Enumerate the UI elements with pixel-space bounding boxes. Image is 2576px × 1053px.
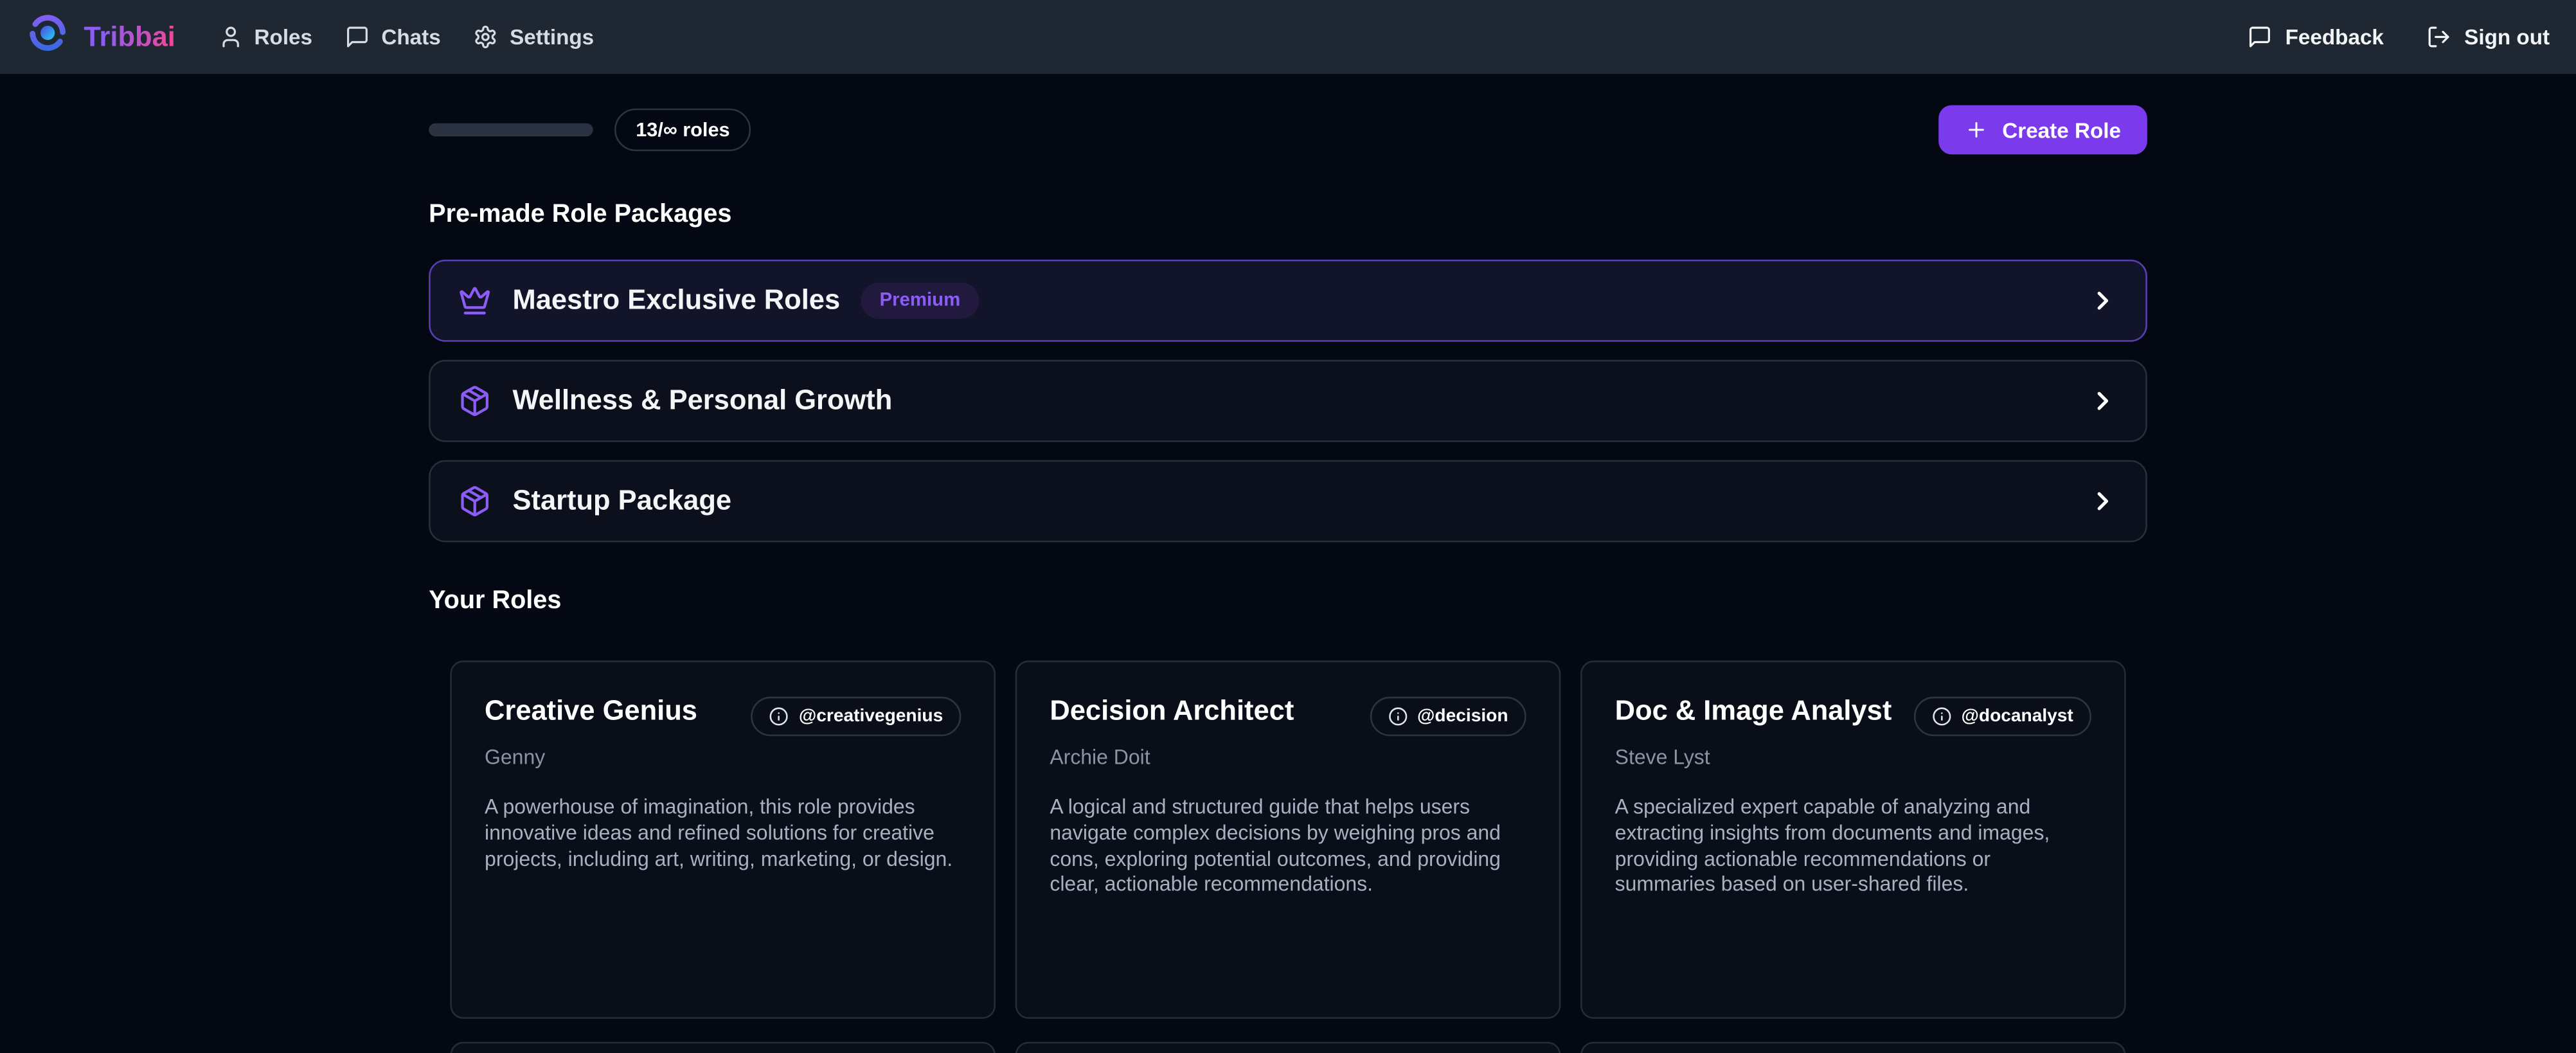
gear-icon bbox=[474, 24, 498, 49]
role-card-doc-image-analyst[interactable]: Doc & Image Analyst @docanalyst Steve Ly… bbox=[1580, 661, 2126, 1019]
nav-item-label: Roles bbox=[255, 24, 313, 49]
nav-item-label: Chats bbox=[381, 24, 440, 49]
nav-right: Feedback Sign out bbox=[2248, 24, 2550, 49]
tribbai-logo-icon bbox=[26, 12, 69, 62]
package-icon bbox=[458, 485, 491, 518]
chevron-right-icon bbox=[2088, 286, 2118, 316]
role-title: Decision Architect bbox=[1050, 695, 1294, 727]
role-card-decision-architect[interactable]: Decision Architect @decision Archie Doit… bbox=[1015, 661, 1561, 1019]
role-subtitle: Steve Lyst bbox=[1615, 746, 2091, 769]
feedback-chat-icon bbox=[2248, 24, 2272, 49]
brand-name: Tribbai bbox=[84, 21, 175, 53]
package-row-startup[interactable]: Startup Package bbox=[429, 460, 2147, 543]
nav-item-label: Settings bbox=[510, 24, 594, 49]
main-content: 13/∞ roles Create Role Pre-made Role Pac… bbox=[429, 105, 2147, 1053]
package-row-wellness[interactable]: Wellness & Personal Growth bbox=[429, 360, 2147, 442]
info-icon bbox=[769, 706, 789, 726]
info-icon bbox=[1931, 706, 1951, 726]
crown-icon bbox=[458, 284, 491, 317]
role-card-partial[interactable] bbox=[1015, 1042, 1561, 1053]
role-handle: @decision bbox=[1417, 706, 1508, 726]
nav-item-settings[interactable]: Settings bbox=[474, 24, 594, 49]
package-icon bbox=[458, 384, 491, 417]
role-subtitle: Genny bbox=[485, 746, 961, 769]
role-title: Creative Genius bbox=[485, 695, 697, 727]
roles-count-badge: 13/∞ roles bbox=[614, 109, 751, 151]
user-icon bbox=[218, 24, 242, 49]
signout-label: Sign out bbox=[2464, 24, 2550, 49]
card-header: Doc & Image Analyst @docanalyst bbox=[1615, 695, 2091, 736]
role-handle-badge[interactable]: @creativegenius bbox=[751, 697, 962, 736]
chat-bubble-icon bbox=[345, 24, 370, 49]
role-handle-badge[interactable]: @docanalyst bbox=[1913, 697, 2091, 736]
card-header: Creative Genius @creativegenius bbox=[485, 695, 961, 736]
role-description: A logical and structured guide that help… bbox=[1050, 795, 1526, 899]
logout-icon bbox=[2426, 24, 2451, 49]
role-handle: @creativegenius bbox=[799, 706, 943, 726]
feedback-button[interactable]: Feedback bbox=[2248, 24, 2384, 49]
signout-button[interactable]: Sign out bbox=[2426, 24, 2550, 49]
package-list: Maestro Exclusive Roles Premium Wellness… bbox=[429, 260, 2147, 543]
chevron-right-icon bbox=[2088, 487, 2118, 516]
brand-logo[interactable]: Tribbai bbox=[26, 12, 175, 62]
create-role-label: Create Role bbox=[2002, 118, 2121, 142]
role-handle: @docanalyst bbox=[1961, 706, 2073, 726]
package-name: Maestro Exclusive Roles bbox=[513, 284, 841, 317]
role-handle-badge[interactable]: @decision bbox=[1370, 697, 1526, 736]
roles-toolbar: 13/∞ roles Create Role bbox=[429, 105, 2147, 155]
package-name: Startup Package bbox=[513, 485, 732, 518]
role-description: A powerhouse of imagination, this role p… bbox=[485, 795, 961, 873]
chevron-right-icon bbox=[2088, 386, 2118, 416]
feedback-label: Feedback bbox=[2285, 24, 2384, 49]
app-viewport: Tribbai Roles Chats Settings bbox=[0, 0, 2576, 1053]
nav-item-chats[interactable]: Chats bbox=[345, 24, 441, 49]
navbar: Tribbai Roles Chats Settings bbox=[0, 0, 2576, 74]
premium-badge: Premium bbox=[861, 283, 978, 319]
role-card-partial[interactable] bbox=[1580, 1042, 2126, 1053]
role-card-partial[interactable] bbox=[450, 1042, 996, 1053]
your-roles-section-title: Your Roles bbox=[429, 587, 2147, 616]
role-subtitle: Archie Doit bbox=[1050, 746, 1526, 769]
plus-icon bbox=[1964, 118, 1987, 141]
role-description: A specialized expert capable of analyzin… bbox=[1615, 795, 2091, 899]
package-name: Wellness & Personal Growth bbox=[513, 384, 893, 417]
packages-section-title: Pre-made Role Packages bbox=[429, 201, 2147, 230]
role-title: Doc & Image Analyst bbox=[1615, 695, 1892, 727]
info-icon bbox=[1388, 706, 1408, 726]
roles-usage-progressbar bbox=[429, 123, 593, 136]
package-row-maestro[interactable]: Maestro Exclusive Roles Premium bbox=[429, 260, 2147, 342]
nav-item-roles[interactable]: Roles bbox=[218, 24, 312, 49]
roles-cards-grid: Creative Genius @creativegenius Genny A … bbox=[429, 661, 2147, 1053]
card-header: Decision Architect @decision bbox=[1050, 695, 1526, 736]
role-card-creative-genius[interactable]: Creative Genius @creativegenius Genny A … bbox=[450, 661, 996, 1019]
create-role-button[interactable]: Create Role bbox=[1938, 105, 2147, 155]
